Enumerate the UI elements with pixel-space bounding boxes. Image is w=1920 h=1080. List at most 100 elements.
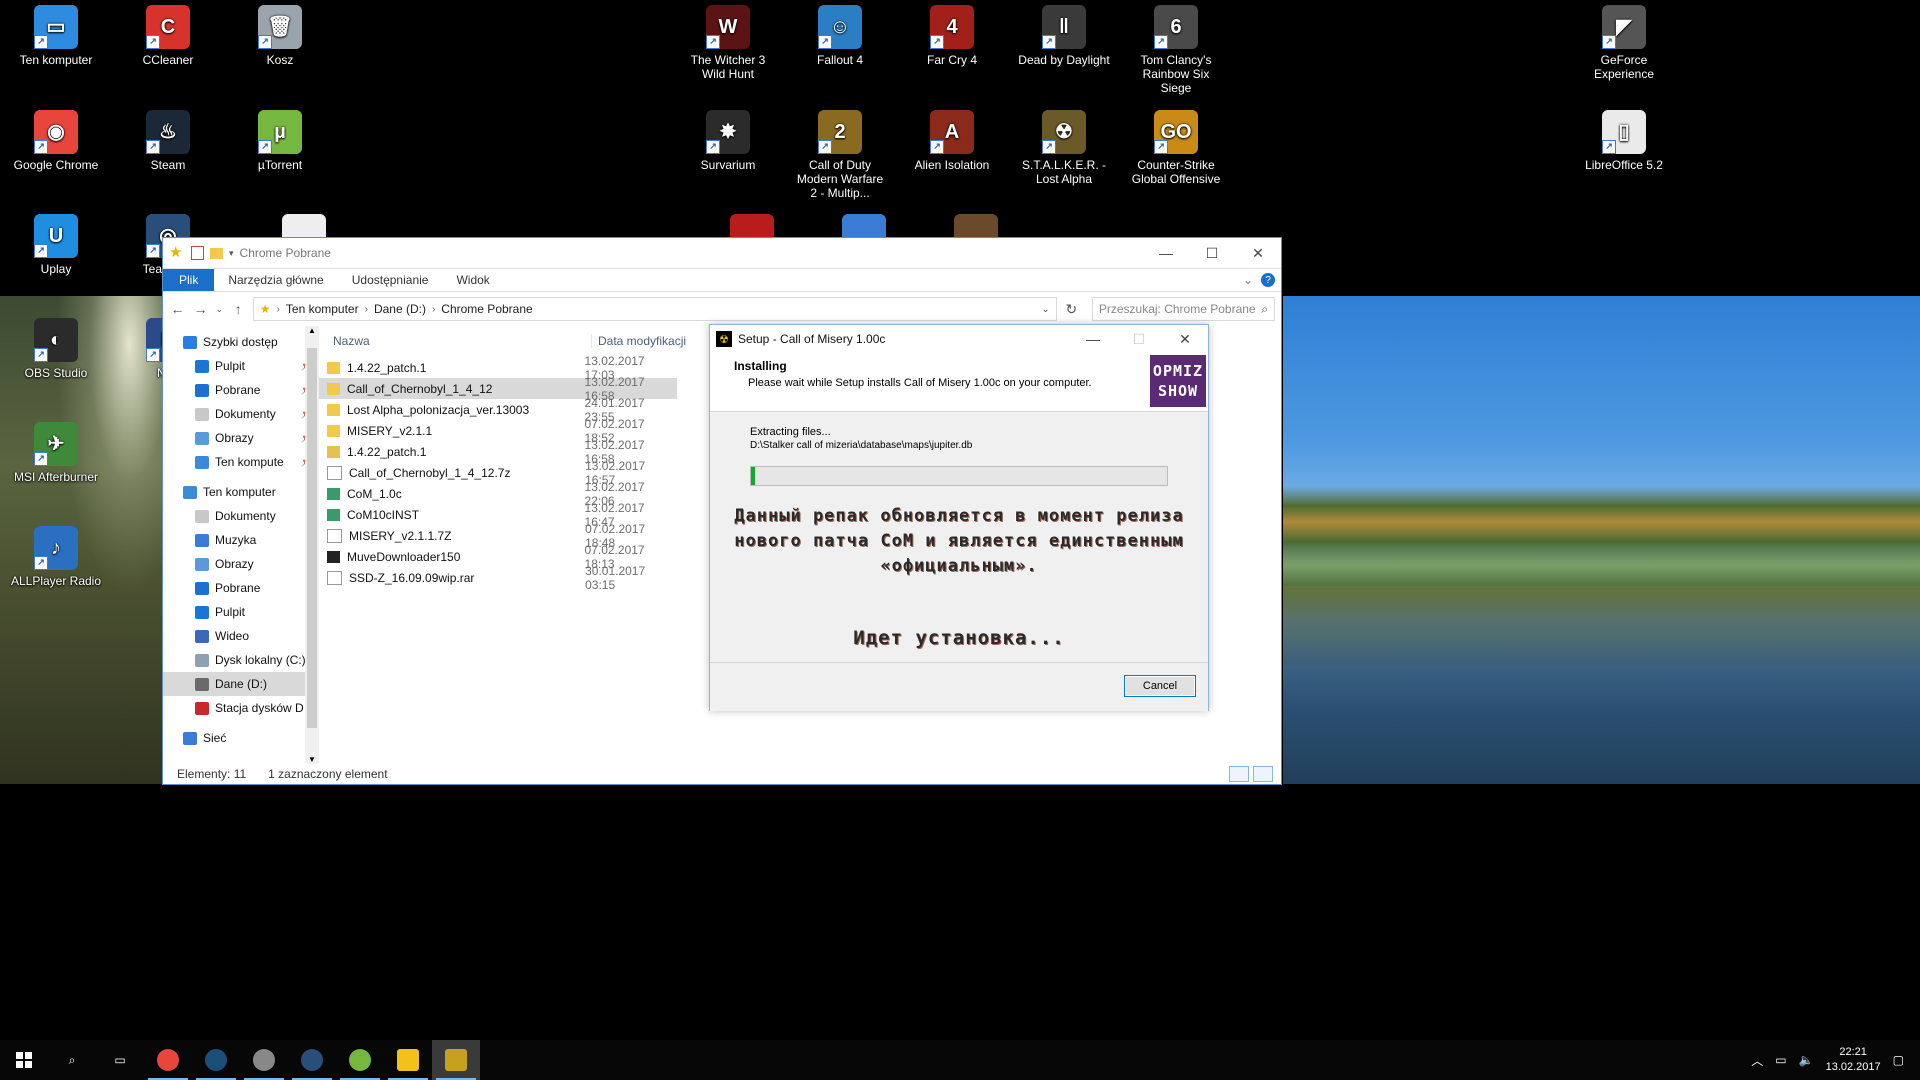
- forward-arrow-icon[interactable]: →: [192, 301, 209, 317]
- nav-item[interactable]: Szybki dostęp: [163, 330, 319, 354]
- file-icon: [327, 487, 340, 500]
- desktop-icon[interactable]: ▭ ↗ Ten komputer: [8, 5, 104, 67]
- tab-home[interactable]: Narzędzia główne: [214, 269, 337, 291]
- nav-item[interactable]: Ten komputer: [163, 480, 319, 504]
- breadcrumb-item[interactable]: Dane (D:): [374, 302, 426, 316]
- desktop-icon[interactable]: 🗑 ↗ Kosz: [232, 5, 328, 67]
- clock[interactable]: 22:21 13.02.2017: [1826, 1045, 1881, 1075]
- taskbar-file-explorer-icon[interactable]: [384, 1040, 432, 1080]
- desktop-icon-label: Counter-Strike Global Offensive: [1131, 158, 1221, 186]
- file-icon: [327, 570, 342, 585]
- volume-icon[interactable]: 🔈: [1799, 1053, 1814, 1067]
- refresh-icon[interactable]: ↻: [1063, 301, 1080, 318]
- scrollbar-thumb[interactable]: [307, 348, 317, 728]
- action-center-icon[interactable]: ▢: [1893, 1053, 1904, 1067]
- desktop-icon[interactable]: 6 ↗ Tom Clancy's Rainbow Six Siege: [1128, 5, 1224, 95]
- desktop-icon[interactable]: W ↗ The Witcher 3 Wild Hunt: [680, 5, 776, 81]
- cancel-button[interactable]: Cancel: [1124, 675, 1196, 697]
- nav-item[interactable]: Ten kompute📌: [163, 450, 319, 474]
- maximize-button[interactable]: ☐: [1189, 238, 1235, 268]
- desktop-icon[interactable]: ♨ ↗ Steam: [120, 110, 216, 172]
- taskbar-teamspeak-icon[interactable]: [240, 1040, 288, 1080]
- nav-item[interactable]: Obrazy📌: [163, 426, 319, 450]
- desktop-icon[interactable]: ◉ ↗ Google Chrome: [8, 110, 104, 172]
- nav-item[interactable]: Pulpit: [163, 600, 319, 624]
- desktop-icon[interactable]: ☢ ↗ S.T.A.L.K.E.R. - Lost Alpha: [1016, 110, 1112, 186]
- desktop-icon[interactable]: GO ↗ Counter-Strike Global Offensive: [1128, 110, 1224, 186]
- quick-access-star-icon[interactable]: ★: [169, 245, 185, 261]
- desktop-icon[interactable]: 2 ↗ Call of Duty Modern Warfare 2 - Multip…: [792, 110, 888, 200]
- address-dropdown-chevron-icon[interactable]: ⌄: [1041, 304, 1049, 315]
- nav-scrollbar[interactable]: ▲ ▼: [305, 326, 319, 764]
- nav-item[interactable]: Muzyka: [163, 528, 319, 552]
- app-icon: U ↗: [34, 214, 78, 258]
- scroll-down-arrow-icon[interactable]: ▼: [308, 755, 316, 764]
- nav-item[interactable]: Sieć: [163, 726, 319, 750]
- nav-item[interactable]: Obrazy: [163, 552, 319, 576]
- address-bar[interactable]: ★ › Ten komputer › Dane (D:) › Chrome Po…: [252, 297, 1057, 321]
- scroll-up-arrow-icon[interactable]: ▲: [308, 326, 316, 335]
- nav-item[interactable]: Dokumenty: [163, 504, 319, 528]
- close-button[interactable]: ✕: [1162, 331, 1208, 348]
- desktop-icon[interactable]: U ↗ Uplay: [8, 214, 104, 276]
- tab-share[interactable]: Udostępnianie: [338, 269, 443, 291]
- desktop-icon[interactable]: ✸ ↗ Survarium: [680, 110, 776, 172]
- close-button[interactable]: ✕: [1235, 238, 1281, 268]
- desktop-icon[interactable]: 4 ↗ Far Cry 4: [904, 5, 1000, 67]
- nav-item[interactable]: Pulpit📌: [163, 354, 319, 378]
- breadcrumb-item[interactable]: Ten komputer: [286, 302, 359, 316]
- task-view-icon[interactable]: ▭: [96, 1040, 144, 1080]
- nav-item[interactable]: Dane (D:): [163, 672, 319, 696]
- breadcrumb-item[interactable]: Chrome Pobrane: [441, 302, 532, 316]
- expand-ribbon-chevron-icon[interactable]: ⌄: [1243, 273, 1253, 287]
- taskbar-chrome-icon[interactable]: [144, 1040, 192, 1080]
- desktop-icon[interactable]: A ↗ Alien Isolation: [904, 110, 1000, 172]
- nav-item[interactable]: Stacja dysków D: [163, 696, 319, 720]
- search-icon[interactable]: ⌕: [48, 1040, 96, 1080]
- large-icons-view-icon[interactable]: [1253, 766, 1273, 782]
- desktop-icon[interactable]: ☺ ↗ Fallout 4: [792, 5, 888, 67]
- help-icon[interactable]: ?: [1261, 273, 1275, 287]
- explorer-titlebar[interactable]: ★ ▾ Chrome Pobrane — ☐ ✕: [163, 238, 1281, 269]
- nav-item[interactable]: Pobrane📌: [163, 378, 319, 402]
- new-folder-icon[interactable]: [210, 247, 223, 259]
- taskbar-setup-call-of-misery-icon[interactable]: [432, 1040, 480, 1080]
- tray-chevron-up-icon[interactable]: ︿: [1751, 1052, 1763, 1069]
- desktop-icon[interactable]: C ↗ CCleaner: [120, 5, 216, 67]
- nav-item[interactable]: Pobrane: [163, 576, 319, 600]
- taskbar-utorrent-icon[interactable]: [336, 1040, 384, 1080]
- search-input[interactable]: Przeszukaj: Chrome Pobrane ⌕: [1091, 297, 1275, 321]
- desktop-icon[interactable]: ✈ ↗ MSI Afterburner: [8, 422, 104, 484]
- minimize-button[interactable]: —: [1143, 238, 1189, 268]
- recent-chevron-icon[interactable]: ⌄: [215, 304, 224, 315]
- tab-view[interactable]: Widok: [442, 269, 503, 291]
- setup-titlebar[interactable]: ☢ Setup - Call of Misery 1.00c — ☐ ✕: [710, 325, 1208, 353]
- setup-dialog[interactable]: ☢ Setup - Call of Misery 1.00c — ☐ ✕ Ins…: [709, 324, 1209, 711]
- desktop-icon[interactable]: ▯ ↗ LibreOffice 5.2: [1576, 110, 1672, 172]
- column-date[interactable]: Data modyfikacji: [591, 334, 686, 348]
- nav-item[interactable]: Wideo: [163, 624, 319, 648]
- desktop-icon[interactable]: ‖ ↗ Dead by Daylight: [1016, 5, 1112, 67]
- back-arrow-icon[interactable]: ←: [169, 301, 186, 317]
- minimize-button[interactable]: —: [1070, 331, 1116, 348]
- column-name[interactable]: Nazwa: [319, 334, 591, 348]
- taskbar-teamspeak-alt-icon[interactable]: [288, 1040, 336, 1080]
- nav-item[interactable]: Dokumenty📌: [163, 402, 319, 426]
- start-windows-icon[interactable]: [0, 1040, 48, 1080]
- search-icon[interactable]: ⌕: [1261, 302, 1268, 317]
- properties-icon[interactable]: [191, 246, 204, 260]
- taskbar-steam-icon[interactable]: [192, 1040, 240, 1080]
- details-view-icon[interactable]: [1229, 766, 1249, 782]
- network-icon[interactable]: ▭: [1775, 1053, 1786, 1067]
- folder-icon: [327, 382, 340, 395]
- file-row[interactable]: SSD-Z_16.09.09wip.rar 30.01.2017 03:15: [319, 564, 677, 592]
- app-icon: ☢ ↗: [1042, 110, 1086, 154]
- tab-plik[interactable]: Plik: [163, 269, 215, 291]
- desktop-icon[interactable]: ◐ ↗ OBS Studio: [8, 318, 104, 380]
- desktop-icon[interactable]: ◤ ↗ GeForce Experience: [1576, 5, 1672, 81]
- up-arrow-icon[interactable]: ↑: [230, 301, 247, 317]
- desktop-icon[interactable]: µ ↗ µTorrent: [232, 110, 328, 172]
- desktop-icon[interactable]: ♪ ↗ ALLPlayer Radio: [8, 526, 104, 588]
- nav-item[interactable]: Dysk lokalny (C:): [163, 648, 319, 672]
- customize-toolbar-chevron-icon[interactable]: ▾: [229, 248, 234, 259]
